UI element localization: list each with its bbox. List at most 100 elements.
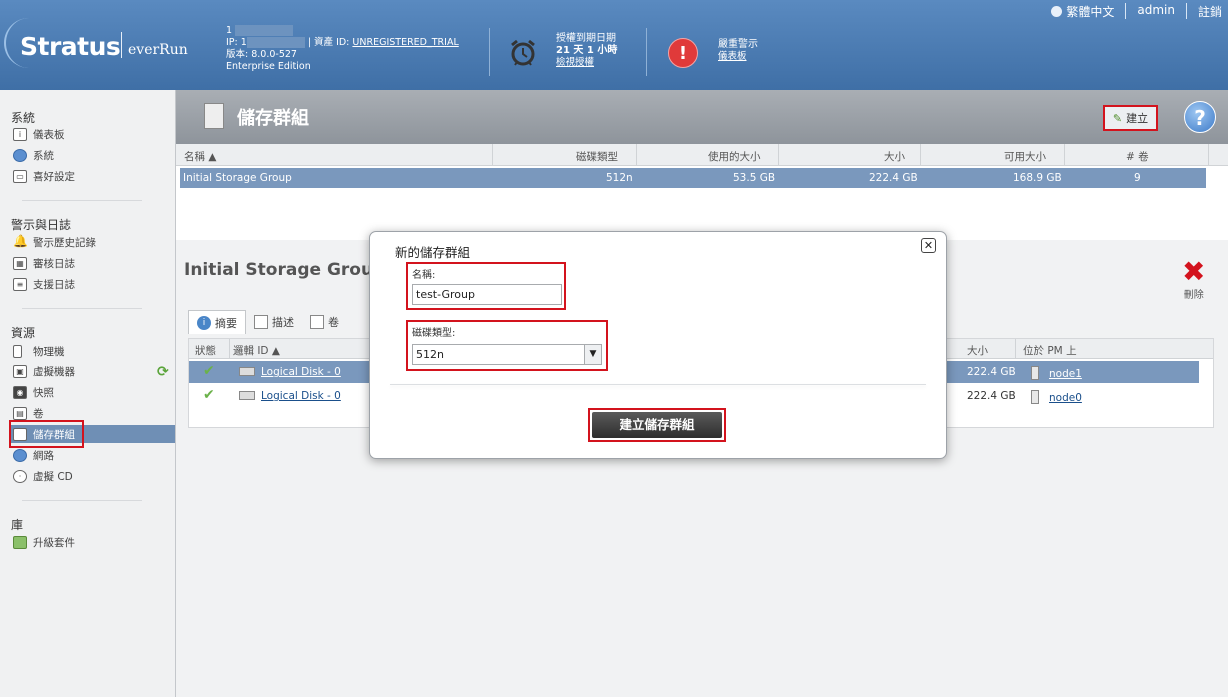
- brand-name: Stratus: [20, 32, 121, 61]
- status-check-icon: ✔: [203, 387, 215, 403]
- info-icon: i: [13, 127, 27, 141]
- sidebar-item-virtual-cd[interactable]: · 虛擬 CD: [13, 467, 173, 485]
- section-alerts-logs: 警示與日誌: [11, 218, 72, 232]
- sidebar-item-preferences[interactable]: ▭ 喜好設定: [13, 167, 173, 185]
- info-icon: i: [197, 315, 211, 330]
- alarm-clock-icon: [511, 39, 535, 66]
- asset-id-link[interactable]: UNREGISTERED_TRIAL: [352, 37, 458, 48]
- sidebar-item-physical-machines[interactable]: 物理機: [13, 342, 173, 360]
- edit-icon: [254, 315, 268, 329]
- logical-disk-link[interactable]: Logical Disk - 0: [261, 366, 341, 378]
- cd-icon: ·: [13, 469, 27, 483]
- document-icon: ≡: [13, 277, 27, 291]
- pm-node-link[interactable]: node0: [1049, 392, 1082, 404]
- tab-description[interactable]: 描述: [246, 310, 302, 334]
- system-globe-icon: [13, 148, 27, 162]
- section-system: 系統: [11, 111, 36, 125]
- create-button[interactable]: ✎ 建立: [1103, 105, 1158, 131]
- product-name: everRun: [128, 42, 188, 58]
- license-title: 授權到期日期: [556, 33, 616, 44]
- name-label: 名稱:: [412, 270, 436, 281]
- volume-icon: [310, 315, 324, 329]
- alert-info: 嚴重警示 儀表板: [718, 39, 758, 63]
- sidebar-item-virtual-machines[interactable]: ▣ 虛擬機器: [13, 362, 173, 380]
- sidebar-item-upgrade-kits[interactable]: 升級套件: [13, 533, 173, 551]
- version-text: 版本: 8.0.0-527: [226, 49, 297, 60]
- logical-disk-link[interactable]: Logical Disk - 0: [261, 390, 341, 402]
- detail-title: Initial Storage Group: [184, 260, 386, 280]
- sidebar-item-system[interactable]: 系統: [13, 146, 173, 164]
- upgrade-kit-icon: [13, 535, 27, 549]
- refresh-icon[interactable]: ⟳: [157, 365, 171, 379]
- section-library: 庫: [11, 518, 24, 532]
- pm-node-link[interactable]: node1: [1049, 368, 1082, 380]
- stratus-logo: Stratus everRun: [4, 18, 188, 68]
- language-selector[interactable]: 繁體中文: [1040, 3, 1127, 19]
- globe-icon: [1051, 6, 1063, 17]
- col-logical-id[interactable]: 邏輯 ID ▲: [233, 343, 280, 358]
- tab-summary[interactable]: i 摘要: [188, 310, 246, 334]
- cell-disk-size: 222.4 GB: [967, 390, 1016, 402]
- disk-type-select[interactable]: 512n ▼: [412, 344, 602, 365]
- user-menu[interactable]: admin: [1126, 3, 1187, 19]
- col-disk-size[interactable]: 大小: [967, 343, 988, 358]
- sidebar-item-support-log[interactable]: ≡ 支援日誌: [13, 275, 173, 293]
- sidebar-item-networks[interactable]: 網路: [13, 446, 173, 464]
- view-license-link[interactable]: 檢視授權: [556, 57, 617, 69]
- storage-group-table: 名稱 ▲ 磁碟類型 使用的大小 大小 可用大小 # 卷 Initial Stor…: [176, 144, 1228, 240]
- camera-icon: ◉: [13, 385, 27, 399]
- sidebar-item-dashboard[interactable]: i 儀表板: [13, 125, 173, 143]
- cell-free: 168.9 GB: [1013, 172, 1062, 184]
- name-input[interactable]: [412, 284, 562, 305]
- section-resources: 資源: [11, 326, 36, 340]
- edition-text: Enterprise Edition: [226, 61, 311, 72]
- top-header: Stratus everRun 1 IP: 1 | 資產 ID: UNREGIS…: [0, 0, 1228, 90]
- storage-group-icon: [204, 103, 224, 129]
- disk-icon: [239, 391, 255, 400]
- help-icon[interactable]: ?: [1184, 101, 1216, 133]
- vm-icon: ▣: [13, 364, 27, 378]
- delete-button[interactable]: ✖ 刪除: [1182, 255, 1206, 302]
- tab-volumes[interactable]: 卷: [302, 310, 347, 334]
- license-remaining: 21 天 1 小時: [556, 45, 618, 56]
- dashboard-link[interactable]: 儀表板: [718, 51, 758, 63]
- top-menu: 繁體中文 admin 註銷: [1040, 3, 1228, 19]
- network-icon: [13, 448, 27, 462]
- dialog-divider: [390, 384, 926, 385]
- sidebar-item-snapshots[interactable]: ◉ 快照: [13, 383, 173, 401]
- highlight-storage-groups: [9, 420, 84, 448]
- create-storage-group-button[interactable]: 建立儲存群組: [592, 412, 722, 438]
- disk-type-field-group: 磁碟類型: 512n ▼: [406, 320, 608, 371]
- cell-disk-size: 222.4 GB: [967, 366, 1016, 378]
- host-name: 1: [226, 25, 233, 36]
- dialog-title: 新的儲存群組: [395, 245, 471, 260]
- asset-label: | 資產 ID:: [307, 37, 350, 48]
- logout-link[interactable]: 註銷: [1187, 3, 1228, 19]
- disk-icon: [239, 367, 255, 376]
- cell-size: 222.4 GB: [869, 172, 918, 184]
- cell-used: 53.5 GB: [733, 172, 776, 184]
- col-name[interactable]: 名稱 ▲: [184, 149, 216, 164]
- table-row[interactable]: Initial Storage Group 512n 53.5 GB 222.4…: [180, 168, 1206, 188]
- license-info: 授權到期日期 21 天 1 小時 檢視授權: [556, 33, 617, 69]
- bell-icon: 🔔: [13, 233, 28, 248]
- cell-volumes: 9: [1134, 172, 1141, 184]
- col-size[interactable]: 大小: [884, 149, 905, 164]
- close-icon[interactable]: ✕: [921, 238, 936, 253]
- sidebar-item-alert-history[interactable]: 🔔 警示歷史記錄: [13, 233, 173, 251]
- sidebar-item-audit-log[interactable]: ▦ 審核日誌: [13, 254, 173, 272]
- disk-type-label: 磁碟類型:: [412, 328, 456, 339]
- alert-title: 嚴重警示: [718, 39, 758, 50]
- col-disk-type[interactable]: 磁碟類型: [576, 149, 618, 164]
- page-title-bar: 儲存群組 ✎ 建立 ?: [176, 90, 1228, 144]
- col-pm[interactable]: 位於 PM 上: [1023, 343, 1077, 358]
- preferences-icon: ▭: [13, 169, 27, 183]
- col-used-size[interactable]: 使用的大小: [708, 149, 761, 164]
- node-icon: [1031, 390, 1039, 404]
- delete-icon: ✖: [1182, 255, 1206, 288]
- status-check-icon: ✔: [203, 363, 215, 379]
- new-storage-group-dialog: 新的儲存群組 ✕ 名稱: 磁碟類型: 512n ▼ 建立儲存群組: [369, 231, 947, 459]
- col-status[interactable]: 狀態: [195, 343, 216, 358]
- col-volumes[interactable]: # 卷: [1126, 149, 1149, 164]
- col-free-size[interactable]: 可用大小: [1004, 149, 1046, 164]
